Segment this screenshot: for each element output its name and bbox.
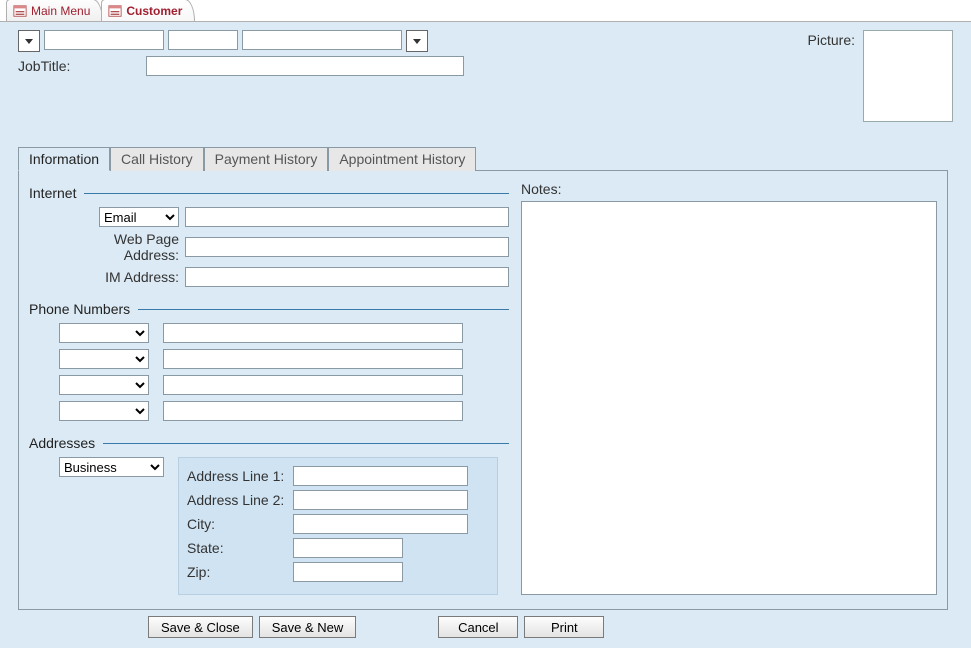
tab-main-menu-label: Main Menu: [31, 4, 90, 18]
addr-zip-input[interactable]: [293, 562, 403, 582]
webpage-label: Web Page Address:: [59, 231, 179, 263]
form-icon: [13, 4, 27, 18]
addr-line2-label: Address Line 2:: [187, 492, 287, 508]
save-close-button[interactable]: Save & Close: [148, 616, 253, 638]
last-name-input[interactable]: [242, 30, 402, 50]
document-tab-bar: Main Menu Customer: [0, 0, 971, 22]
addr-state-input[interactable]: [293, 538, 403, 558]
save-new-button[interactable]: Save & New: [259, 616, 357, 638]
first-name-input[interactable]: [44, 30, 164, 50]
addr-city-label: City:: [187, 516, 287, 532]
suffix-dropdown[interactable]: [406, 30, 428, 52]
tab-call-history[interactable]: Call History: [110, 147, 204, 171]
im-input[interactable]: [185, 267, 509, 287]
notes-textarea[interactable]: [521, 201, 937, 595]
tab-payment-history[interactable]: Payment History: [204, 147, 329, 171]
phone-type-1[interactable]: [59, 323, 149, 343]
webpage-input[interactable]: [185, 237, 509, 257]
cancel-button[interactable]: Cancel: [438, 616, 518, 638]
jobtitle-label: JobTitle:: [18, 58, 138, 74]
im-label: IM Address:: [59, 269, 179, 285]
picture-box[interactable]: [863, 30, 953, 122]
phone-type-2[interactable]: [59, 349, 149, 369]
phone-number-1[interactable]: [163, 323, 463, 343]
internet-group-label: Internet: [29, 185, 76, 201]
addr-line1-input[interactable]: [293, 466, 468, 486]
print-button[interactable]: Print: [524, 616, 604, 638]
jobtitle-input[interactable]: [146, 56, 464, 76]
phone-number-2[interactable]: [163, 349, 463, 369]
notes-label: Notes:: [521, 181, 937, 197]
email-type-select[interactable]: Email: [99, 207, 179, 227]
addr-zip-label: Zip:: [187, 564, 287, 580]
addr-state-label: State:: [187, 540, 287, 556]
tab-main-menu[interactable]: Main Menu: [6, 0, 103, 21]
phone-type-4[interactable]: [59, 401, 149, 421]
divider: [138, 309, 509, 310]
phone-number-4[interactable]: [163, 401, 463, 421]
divider: [84, 193, 509, 194]
addr-city-input[interactable]: [293, 514, 468, 534]
divider: [103, 443, 509, 444]
tab-customer-label: Customer: [126, 4, 182, 18]
phones-group-label: Phone Numbers: [29, 301, 130, 317]
tab-information[interactable]: Information: [18, 147, 110, 171]
addr-line1-label: Address Line 1:: [187, 468, 287, 484]
addresses-group-label: Addresses: [29, 435, 95, 451]
prefix-dropdown[interactable]: [18, 30, 40, 52]
form-icon: [108, 4, 122, 18]
detail-tabstrip: Information Call History Payment History…: [18, 146, 948, 171]
phone-number-3[interactable]: [163, 375, 463, 395]
customer-form: JobTitle: Picture: Information Call Hist…: [0, 22, 971, 648]
tab-customer[interactable]: Customer: [101, 0, 195, 21]
picture-label: Picture:: [808, 30, 855, 48]
email-input[interactable]: [185, 207, 509, 227]
address-type-select[interactable]: Business: [59, 457, 164, 477]
middle-name-input[interactable]: [168, 30, 238, 50]
addr-line2-input[interactable]: [293, 490, 468, 510]
tab-appointment-history[interactable]: Appointment History: [328, 147, 476, 171]
phone-type-3[interactable]: [59, 375, 149, 395]
